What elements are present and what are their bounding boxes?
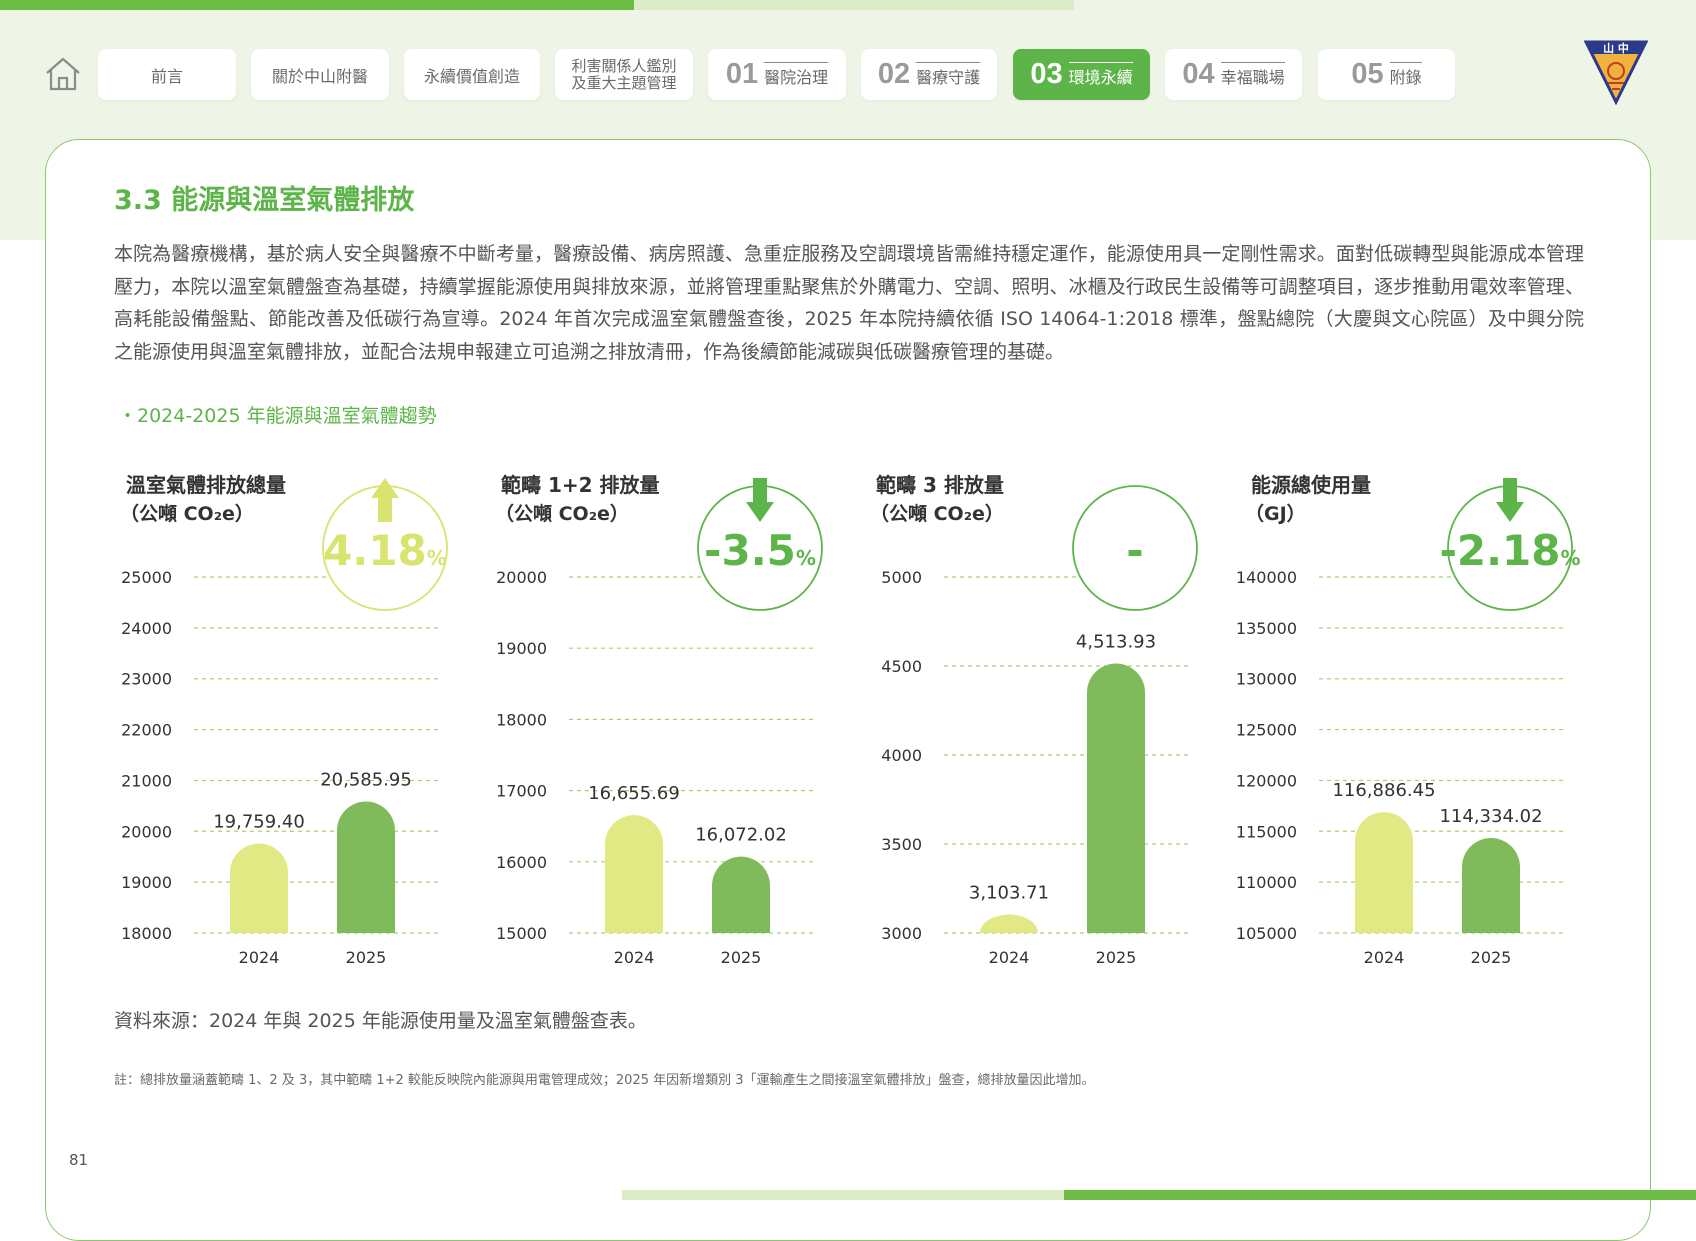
chart-title: 能源總使用量 bbox=[1251, 473, 1371, 497]
chart-title: 範疇 1+2 排放量 bbox=[501, 473, 660, 497]
y-tick-label: 19000 bbox=[496, 639, 547, 658]
y-tick-label: 21000 bbox=[121, 771, 172, 790]
footnote: 註：總排放量涵蓋範疇 1、2 及 3，其中範疇 1+2 較能反映院內能源與用電管… bbox=[114, 1073, 1095, 1088]
y-tick-label: 5000 bbox=[881, 568, 922, 587]
y-tick-label: 18000 bbox=[121, 924, 172, 943]
change-unit: % bbox=[1561, 546, 1581, 570]
y-tick-label: 115000 bbox=[1236, 822, 1297, 841]
y-tick-label: 25000 bbox=[121, 568, 172, 587]
chart-title: 溫室氣體排放總量 bbox=[126, 473, 286, 497]
y-tick-label: 15000 bbox=[496, 924, 547, 943]
page-number: 81 bbox=[69, 1151, 89, 1169]
y-tick-label: 22000 bbox=[121, 721, 172, 740]
y-tick-label: 120000 bbox=[1236, 771, 1297, 790]
y-tick-label: 125000 bbox=[1236, 721, 1297, 740]
y-tick-label: 16000 bbox=[496, 853, 547, 872]
chart-title: 範疇 3 排放量 bbox=[876, 473, 1004, 497]
x-tick-label: 2024 bbox=[614, 948, 655, 967]
change-number: 4.18 bbox=[323, 526, 427, 575]
y-tick-label: 24000 bbox=[121, 619, 172, 638]
bar-2024 bbox=[1355, 812, 1413, 933]
x-tick-label: 2025 bbox=[721, 948, 762, 967]
y-tick-label: 135000 bbox=[1236, 619, 1297, 638]
y-tick-label: 130000 bbox=[1236, 670, 1297, 689]
x-tick-label: 2025 bbox=[1096, 948, 1137, 967]
data-label: 4,513.93 bbox=[1076, 632, 1156, 653]
x-tick-label: 2024 bbox=[239, 948, 280, 967]
chart-unit: （公噸 CO₂e） bbox=[870, 502, 1004, 525]
x-tick-label: 2024 bbox=[1364, 948, 1405, 967]
y-tick-label: 110000 bbox=[1236, 873, 1297, 892]
bar-2024 bbox=[605, 815, 663, 933]
bar-2025 bbox=[1087, 663, 1145, 933]
change-number: - bbox=[1126, 526, 1143, 575]
bar-2025 bbox=[337, 801, 395, 933]
data-label: 20,585.95 bbox=[320, 769, 412, 790]
bar-2025 bbox=[1462, 838, 1520, 933]
chart-unit: （公噸 CO₂e） bbox=[495, 502, 629, 525]
y-tick-label: 23000 bbox=[121, 670, 172, 689]
chart-unit: （公噸 CO₂e） bbox=[120, 502, 254, 525]
change-number: -3.5 bbox=[704, 526, 796, 575]
data-source: 資料來源：2024 年與 2025 年能源使用量及溫室氣體盤查表。 bbox=[114, 1010, 647, 1032]
bar-2025 bbox=[712, 856, 770, 933]
y-tick-label: 4000 bbox=[881, 746, 922, 765]
bottom-accent-bar-light bbox=[622, 1190, 1064, 1200]
x-tick-label: 2024 bbox=[989, 948, 1030, 967]
bar-2024 bbox=[230, 843, 288, 933]
y-tick-label: 3000 bbox=[881, 924, 922, 943]
change-number: -2.18 bbox=[1439, 526, 1560, 575]
y-tick-label: 4500 bbox=[881, 657, 922, 676]
bottom-accent-bar bbox=[1064, 1190, 1696, 1200]
change-value: - bbox=[1126, 526, 1143, 575]
y-tick-label: 18000 bbox=[496, 710, 547, 729]
data-label: 16,655.69 bbox=[588, 783, 680, 804]
data-label: 116,886.45 bbox=[1332, 780, 1435, 801]
y-tick-label: 20000 bbox=[496, 568, 547, 587]
data-label: 114,334.02 bbox=[1439, 806, 1542, 827]
data-label: 16,072.02 bbox=[695, 825, 787, 846]
y-tick-label: 3500 bbox=[881, 835, 922, 854]
data-label: 3,103.71 bbox=[969, 883, 1049, 904]
y-tick-label: 105000 bbox=[1236, 924, 1297, 943]
y-tick-label: 20000 bbox=[121, 822, 172, 841]
x-tick-label: 2025 bbox=[1471, 948, 1512, 967]
bar-2024 bbox=[980, 914, 1038, 933]
y-tick-label: 17000 bbox=[496, 782, 547, 801]
y-tick-label: 19000 bbox=[121, 873, 172, 892]
change-value: -2.18% bbox=[1439, 526, 1580, 575]
data-label: 19,759.40 bbox=[213, 812, 305, 833]
chart-unit: （GJ） bbox=[1245, 502, 1306, 525]
change-unit: % bbox=[796, 546, 816, 570]
change-unit: % bbox=[427, 546, 447, 570]
y-tick-label: 140000 bbox=[1236, 568, 1297, 587]
x-tick-label: 2025 bbox=[346, 948, 387, 967]
